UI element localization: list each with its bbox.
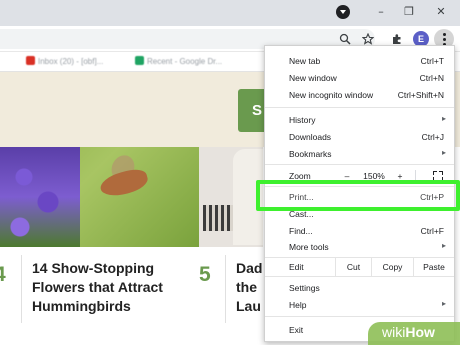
title-line: Flowers that Attract <box>32 279 163 295</box>
menu-item-bookmarks[interactable]: Bookmarks ▸ <box>265 146 454 162</box>
menu-label: More tools <box>289 242 329 252</box>
menu-label: Bookmarks <box>289 149 332 159</box>
menu-shortcut: Ctrl+F <box>420 226 444 236</box>
title-line: Dad <box>236 260 263 276</box>
wikihow-watermark: wikiHow <box>368 322 460 345</box>
menu-item-settings[interactable]: Settings <box>265 280 454 296</box>
menu-item-edit: Edit Cut Copy Paste <box>265 258 454 276</box>
menu-shortcut: Ctrl+Shift+N <box>397 90 444 100</box>
article-number: 5 <box>199 263 211 286</box>
watermark-suffix: How <box>405 324 435 340</box>
drive-icon <box>135 56 144 65</box>
menu-separator <box>265 107 454 108</box>
menu-label: Help <box>289 300 307 310</box>
mail-icon <box>26 56 35 65</box>
menu-shortcut: Ctrl+J <box>421 132 444 142</box>
menu-label: Downloads <box>289 132 332 142</box>
print-highlight <box>256 180 460 211</box>
watermark-text: wikiHow <box>382 324 435 340</box>
menu-shortcut: Ctrl+N <box>419 73 444 83</box>
column-divider <box>225 255 226 323</box>
chevron-right-icon: ▸ <box>441 148 446 157</box>
menu-label: Settings <box>289 283 320 293</box>
menu-label: New window <box>289 73 337 83</box>
menu-label: History <box>289 115 316 125</box>
menu-label: Edit <box>289 262 304 272</box>
tab-search-icon[interactable] <box>336 5 350 19</box>
close-button[interactable]: ✕ <box>430 3 452 21</box>
title-line: 14 Show-Stopping <box>32 260 155 276</box>
title-line: Hummingbirds <box>32 298 131 314</box>
hummingbird-image[interactable] <box>0 147 199 247</box>
chevron-right-icon: ▸ <box>441 299 446 308</box>
cut-button[interactable]: Cut <box>335 258 371 276</box>
chevron-right-icon: ▸ <box>441 241 446 250</box>
bookmark-drive[interactable]: Recent - Google Dr... <box>135 56 222 66</box>
column-divider <box>21 255 22 323</box>
title-bar: – ❐ ✕ <box>0 0 460 26</box>
title-line: Lau <box>236 298 261 314</box>
menu-item-new-incognito-window[interactable]: New incognito window Ctrl+Shift+N <box>265 87 454 103</box>
restore-button[interactable]: ❐ <box>398 3 420 21</box>
bookmark-inbox[interactable]: Inbox (20) - [obf]... <box>26 56 103 66</box>
menu-item-history[interactable]: History ▸ <box>265 112 454 128</box>
menu-separator <box>265 276 454 277</box>
menu-label: Exit <box>289 325 304 335</box>
menu-separator <box>265 316 454 317</box>
minimize-button[interactable]: – <box>370 3 392 21</box>
menu-shortcut: Ctrl+T <box>420 56 444 66</box>
menu-item-new-window[interactable]: New window Ctrl+N <box>265 70 454 86</box>
article-title-2[interactable]: Dad the Lau <box>236 259 262 316</box>
menu-label: New incognito window <box>289 90 374 100</box>
menu-item-help[interactable]: Help ▸ <box>265 297 454 313</box>
paste-button[interactable]: Paste <box>413 258 454 276</box>
menu-item-more-tools[interactable]: More tools ▸ <box>265 239 454 255</box>
article-title-hummingbirds[interactable]: 14 Show-Stopping Flowers that Attract Hu… <box>32 259 163 316</box>
article-image-2[interactable] <box>199 147 263 247</box>
flowers-graphic <box>0 147 80 247</box>
menu-item-downloads[interactable]: Downloads Ctrl+J <box>265 129 454 145</box>
hummingbird-graphic <box>97 166 151 200</box>
article-number: 4 <box>0 263 6 287</box>
menu-separator <box>265 164 454 165</box>
menu-item-new-tab[interactable]: New tab Ctrl+T <box>265 53 454 69</box>
menu-label: New tab <box>289 56 321 66</box>
copy-button[interactable]: Copy <box>371 258 413 276</box>
chevron-right-icon: ▸ <box>441 114 446 123</box>
watermark-prefix: wiki <box>382 324 406 340</box>
menu-item-find[interactable]: Find... Ctrl+F <box>265 223 454 239</box>
menu-label: Find... <box>289 226 313 236</box>
title-line: the <box>236 279 257 295</box>
